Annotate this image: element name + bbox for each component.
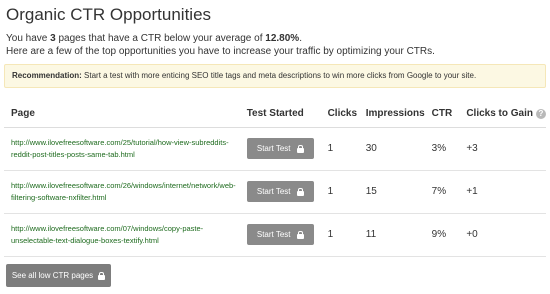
page-url-link[interactable]: http://www.ilovefreesoftware.com/25/tuto…	[11, 138, 229, 159]
summary-text: You have 3 pages that have a CTR below y…	[6, 32, 435, 58]
clicks-to-gain-cell: +1	[459, 170, 546, 214]
average-ctr: 12.80%	[265, 33, 300, 44]
summary-prefix: You have	[6, 33, 51, 44]
page-title: Organic CTR Opportunities	[6, 5, 212, 24]
lock-icon	[296, 230, 304, 239]
clicks-to-gain-cell: +0	[459, 213, 546, 257]
ctr-cell: 7%	[424, 170, 460, 214]
lock-icon	[296, 144, 304, 153]
recommendation-label: Recommendation:	[12, 71, 82, 80]
header-page: Page	[4, 101, 240, 128]
page-url-cell: http://www.ilovefreesoftware.com/07/wind…	[4, 213, 240, 257]
start-test-button[interactable]: Start Test	[246, 224, 314, 245]
summary-middle: pages that have a CTR below your average…	[55, 33, 266, 44]
table-row: http://www.ilovefreesoftware.com/26/wind…	[4, 170, 546, 214]
page-url-link[interactable]: http://www.ilovefreesoftware.com/07/wind…	[11, 224, 203, 245]
clicks-cell: 1	[320, 170, 359, 214]
page-url-cell: http://www.ilovefreesoftware.com/25/tuto…	[4, 127, 240, 171]
header-impressions: Impressions	[358, 101, 425, 128]
test-started-cell: Start Test	[239, 170, 321, 214]
summary-line-2: Here are a few of the top opportunities …	[6, 46, 435, 57]
recommendation-banner: Recommendation: Start a test with more e…	[4, 64, 546, 88]
see-all-label: See all low CTR pages	[11, 271, 94, 280]
test-started-cell: Start Test	[239, 213, 321, 257]
see-all-low-ctr-button[interactable]: See all low CTR pages	[6, 264, 111, 287]
recommendation-text: Start a test with more enticing SEO titl…	[81, 71, 477, 80]
header-clicks-to-gain: Clicks to Gain?	[459, 101, 546, 128]
summary-suffix: .	[299, 33, 302, 44]
impressions-cell: 11	[358, 213, 425, 257]
lock-icon	[98, 271, 106, 280]
table-row: http://www.ilovefreesoftware.com/25/tuto…	[4, 127, 546, 171]
start-test-label: Start Test	[256, 144, 291, 153]
header-ctr: CTR	[424, 101, 460, 128]
start-test-button[interactable]: Start Test	[246, 181, 314, 202]
clicks-to-gain-cell: +3	[459, 127, 546, 171]
start-test-label: Start Test	[256, 230, 291, 239]
question-circle-icon[interactable]: ?	[536, 108, 546, 119]
ctr-cell: 3%	[424, 127, 460, 171]
impressions-cell: 15	[358, 170, 425, 214]
table-header-row: Page Test Started Clicks Impressions CTR…	[4, 101, 546, 128]
impressions-cell: 30	[358, 127, 425, 171]
header-clicks-to-gain-label: Clicks to Gain	[466, 108, 533, 120]
opportunities-table: Page Test Started Clicks Impressions CTR…	[4, 101, 546, 257]
page-url-link[interactable]: http://www.ilovefreesoftware.com/26/wind…	[11, 181, 236, 202]
summary-line-1: You have 3 pages that have a CTR below y…	[6, 32, 435, 45]
table-row: http://www.ilovefreesoftware.com/07/wind…	[4, 213, 546, 257]
header-test-started: Test Started	[239, 101, 321, 128]
test-started-cell: Start Test	[239, 127, 321, 171]
clicks-cell: 1	[320, 213, 359, 257]
ctr-cell: 9%	[424, 213, 460, 257]
start-test-button[interactable]: Start Test	[246, 138, 314, 159]
lock-icon	[296, 187, 304, 196]
header-clicks: Clicks	[320, 101, 359, 128]
clicks-cell: 1	[320, 127, 359, 171]
start-test-label: Start Test	[256, 187, 291, 196]
page-url-cell: http://www.ilovefreesoftware.com/26/wind…	[4, 170, 240, 214]
